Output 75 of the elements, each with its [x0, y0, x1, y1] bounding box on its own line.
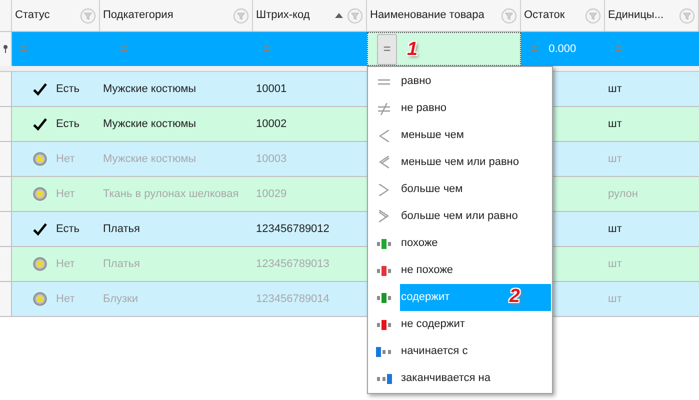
filter-icon[interactable] [80, 8, 96, 24]
filter-icon[interactable] [585, 8, 601, 24]
checkmark-icon [33, 222, 47, 236]
menu-item[interactable]: больше чем [400, 176, 551, 203]
column-header[interactable]: Наименование товара [367, 0, 521, 31]
starts-with-icon [376, 346, 392, 356]
checkmark-icon [33, 118, 47, 130]
callout-number: 2 [509, 286, 520, 308]
cross-circle-icon [33, 152, 47, 166]
table-cell-text: шт [608, 82, 622, 97]
table-cell-text: 10029 [256, 186, 287, 202]
contains-icon [376, 292, 392, 302]
not-like-icon [376, 266, 392, 276]
status-text: Есть [56, 116, 80, 132]
less-or-equal-icon [379, 156, 389, 170]
cross-circle-icon [33, 292, 47, 306]
table-cell-text: Ткань в рулонах шелковая [103, 186, 239, 202]
equals-icon [378, 78, 390, 84]
column-header[interactable]: Штрих-код [253, 0, 367, 31]
table-cell-text: 10001 [256, 82, 287, 97]
menu-item[interactable]: начинается с [400, 338, 551, 365]
table-cell-text: 10002 [256, 116, 287, 132]
column-header[interactable]: Остаток [521, 0, 605, 31]
table-cell-text: Мужские костюмы [103, 116, 196, 132]
status-text: Нет [56, 152, 75, 167]
cross-circle-icon [33, 257, 47, 271]
table-cell-text: Мужские костюмы [103, 82, 196, 97]
like-icon [376, 238, 392, 248]
menu-item[interactable]: меньше чем или равно [400, 149, 551, 176]
callout-number: 1 [407, 40, 418, 58]
table-cell-text: шт [608, 222, 622, 237]
ends-with-icon [376, 374, 392, 384]
cross-circle-icon [33, 187, 47, 201]
pin-icon [3, 45, 8, 53]
menu-item[interactable]: заканчивается на [400, 365, 551, 392]
operator-sign: = [263, 40, 271, 58]
table-cell-text: рулон [608, 186, 638, 202]
operator-sign: = [615, 40, 623, 58]
greater-or-equal-icon [379, 210, 389, 224]
column-header[interactable]: Единицы... [605, 0, 699, 31]
not-contains-icon [376, 320, 392, 330]
table-cell-text: шт [608, 256, 622, 272]
table-cell-text: Платья [103, 222, 140, 237]
filter-icon[interactable] [233, 8, 249, 24]
filter-icon[interactable] [679, 8, 695, 24]
operator-button[interactable]: = [377, 34, 397, 64]
status-text: Нет [56, 186, 75, 202]
status-text: Есть [56, 222, 80, 237]
status-text: Нет [56, 256, 75, 272]
table-cell-text: 123456789012 [256, 222, 330, 237]
greater-than-icon [379, 184, 389, 196]
operator-sign: = [531, 40, 539, 58]
status-text: Есть [56, 82, 80, 97]
menu-item[interactable]: не похоже [400, 257, 551, 284]
filter-value: 0.000 [548, 42, 576, 57]
column-header[interactable]: Статус [12, 0, 100, 31]
table-cell-text: шт [608, 116, 622, 132]
table-cell-text: Блузки [103, 292, 138, 307]
table-cell-text: Мужские костюмы [103, 152, 196, 167]
not-equal-icon [378, 102, 390, 114]
column-header[interactable]: Подкатегория [100, 0, 253, 31]
filter-icon[interactable] [347, 8, 363, 24]
table-cell-text: 10003 [256, 152, 287, 167]
table-cell-text: шт [608, 152, 622, 167]
table-cell-text: Платья [103, 256, 140, 272]
filter-cell[interactable]: = 1 [367, 32, 521, 66]
table-cell-text: шт [608, 292, 622, 307]
status-text: Нет [56, 292, 75, 307]
filter-icon[interactable] [501, 8, 517, 24]
operator-sign: = [120, 40, 128, 58]
operator-sign: = [20, 40, 28, 58]
less-than-icon [379, 130, 389, 142]
table-cell-text: 123456789013 [256, 256, 330, 272]
checkmark-icon [33, 82, 47, 96]
table-cell-text: 123456789014 [256, 292, 330, 307]
